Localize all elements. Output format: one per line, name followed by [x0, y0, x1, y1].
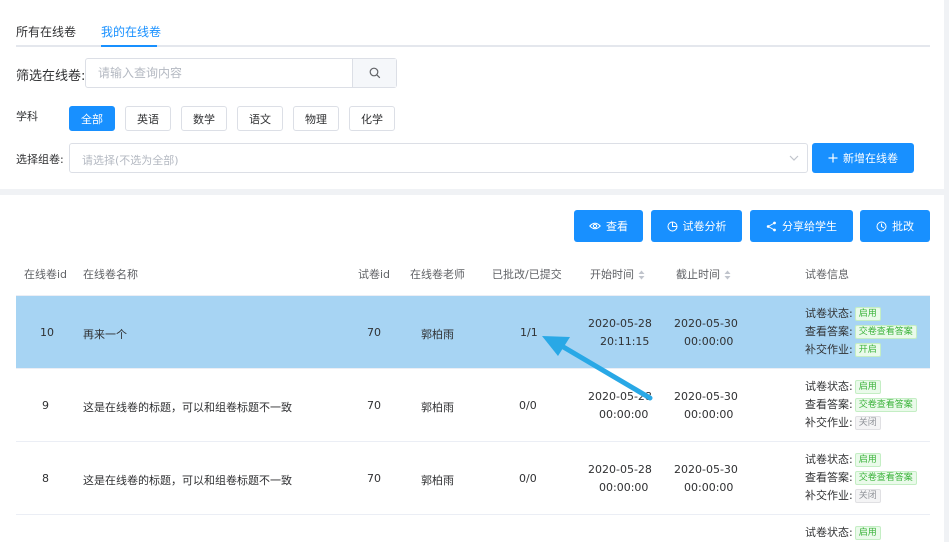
annotation-arrow [542, 336, 653, 401]
